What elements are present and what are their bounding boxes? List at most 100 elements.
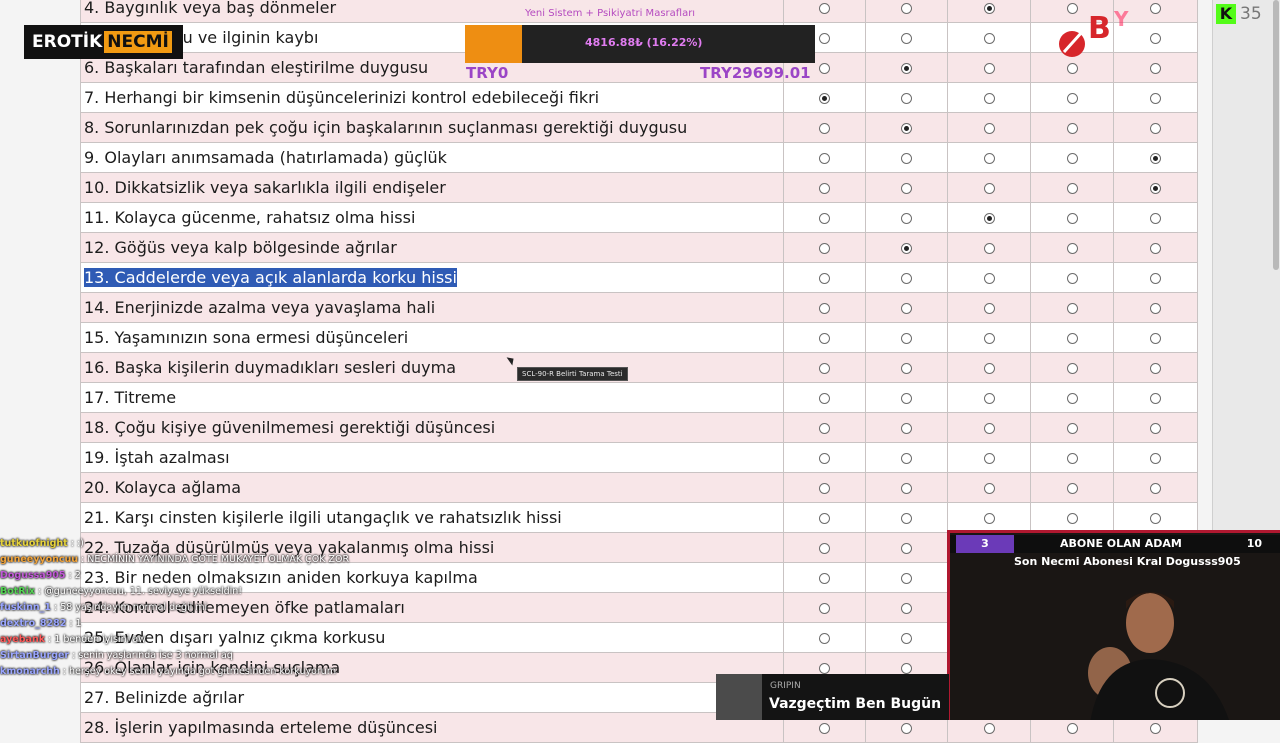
answer-radio-4[interactable] [1066,213,1078,224]
answer-radio-3[interactable] [983,363,995,374]
answer-radio-5[interactable] [1150,303,1161,314]
answer-radio-1[interactable] [819,663,830,674]
answer-radio-2[interactable] [901,603,912,614]
answer-radio-2[interactable] [901,213,912,224]
answer-radio-5[interactable] [1150,333,1161,344]
answer-radio-3[interactable] [983,453,995,464]
answer-radio-4[interactable] [1066,723,1078,734]
answer-radio-2[interactable] [901,543,912,554]
answer-radio-2[interactable] [901,423,912,434]
page-scrollbar-thumb[interactable] [1273,0,1279,270]
answer-radio-1[interactable] [819,513,830,524]
answer-radio-5[interactable] [1150,393,1161,404]
answer-radio-1[interactable] [819,63,830,74]
answer-radio-4[interactable] [1066,273,1078,284]
answer-radio-4[interactable] [1066,363,1078,374]
answer-radio-5[interactable] [1150,273,1161,284]
answer-radio-3[interactable] [983,3,995,14]
answer-radio-3[interactable] [983,273,995,284]
answer-radio-2[interactable] [901,363,912,374]
answer-radio-1[interactable] [819,153,830,164]
answer-radio-2[interactable] [901,723,912,734]
answer-radio-1[interactable] [819,603,830,614]
answer-radio-2[interactable] [901,33,912,44]
answer-radio-3[interactable] [983,243,995,254]
answer-radio-4[interactable] [1066,123,1078,134]
answer-radio-3[interactable] [983,63,995,74]
answer-radio-1[interactable] [819,423,830,434]
answer-radio-5[interactable] [1150,363,1161,374]
answer-radio-2[interactable] [901,573,912,584]
answer-radio-4[interactable] [1066,393,1078,404]
answer-radio-3[interactable] [983,93,995,104]
answer-radio-3[interactable] [983,723,995,734]
answer-radio-1[interactable] [819,333,830,344]
answer-radio-2[interactable] [901,663,912,674]
answer-radio-2[interactable] [901,123,912,134]
answer-radio-5[interactable] [1150,213,1161,224]
answer-radio-4[interactable] [1066,93,1078,104]
answer-radio-5[interactable] [1150,243,1161,254]
answer-radio-1[interactable] [819,573,830,584]
answer-radio-3[interactable] [983,333,995,344]
answer-radio-2[interactable] [901,633,912,644]
answer-radio-4[interactable] [1066,243,1078,254]
answer-radio-1[interactable] [819,123,830,134]
answer-radio-2[interactable] [901,93,912,104]
answer-radio-2[interactable] [901,3,912,14]
answer-radio-1[interactable] [819,393,830,404]
answer-radio-1[interactable] [819,213,830,224]
answer-radio-5[interactable] [1150,483,1161,494]
answer-radio-5[interactable] [1150,63,1161,74]
answer-radio-4[interactable] [1066,183,1078,194]
answer-radio-2[interactable] [901,243,912,254]
answer-radio-1[interactable] [819,3,830,14]
answer-radio-3[interactable] [983,393,995,404]
answer-radio-4[interactable] [1066,333,1078,344]
answer-radio-5[interactable] [1150,153,1161,164]
answer-radio-2[interactable] [901,183,912,194]
answer-radio-3[interactable] [983,183,995,194]
answer-radio-5[interactable] [1150,423,1161,434]
answer-radio-1[interactable] [819,633,830,644]
answer-radio-4[interactable] [1066,483,1078,494]
answer-radio-1[interactable] [819,483,830,494]
answer-radio-1[interactable] [819,453,830,464]
answer-radio-2[interactable] [901,513,912,524]
answer-radio-2[interactable] [901,273,912,284]
answer-radio-5[interactable] [1150,93,1161,104]
answer-radio-1[interactable] [819,303,830,314]
answer-radio-4[interactable] [1066,423,1078,434]
answer-radio-1[interactable] [819,363,830,374]
answer-radio-3[interactable] [983,303,995,314]
answer-radio-3[interactable] [983,153,995,164]
answer-radio-4[interactable] [1066,453,1078,464]
answer-radio-3[interactable] [983,483,995,494]
answer-radio-1[interactable] [819,33,830,44]
answer-radio-3[interactable] [983,33,995,44]
answer-radio-1[interactable] [819,243,830,254]
answer-radio-2[interactable] [901,303,912,314]
answer-radio-2[interactable] [901,393,912,404]
answer-radio-1[interactable] [819,93,830,104]
answer-radio-4[interactable] [1066,303,1078,314]
answer-radio-1[interactable] [819,273,830,284]
answer-radio-2[interactable] [901,63,912,74]
answer-radio-5[interactable] [1150,123,1161,134]
answer-radio-4[interactable] [1066,513,1078,524]
answer-radio-2[interactable] [901,453,912,464]
answer-radio-2[interactable] [901,333,912,344]
answer-radio-1[interactable] [819,183,830,194]
answer-radio-1[interactable] [819,543,830,554]
answer-radio-4[interactable] [1066,63,1078,74]
answer-radio-2[interactable] [901,153,912,164]
answer-radio-5[interactable] [1150,183,1161,194]
answer-radio-3[interactable] [983,513,995,524]
answer-radio-3[interactable] [983,213,995,224]
answer-radio-3[interactable] [983,123,995,134]
answer-radio-1[interactable] [819,723,830,734]
answer-radio-5[interactable] [1150,453,1161,464]
answer-radio-3[interactable] [983,423,995,434]
answer-radio-5[interactable] [1150,513,1161,524]
answer-radio-2[interactable] [901,483,912,494]
